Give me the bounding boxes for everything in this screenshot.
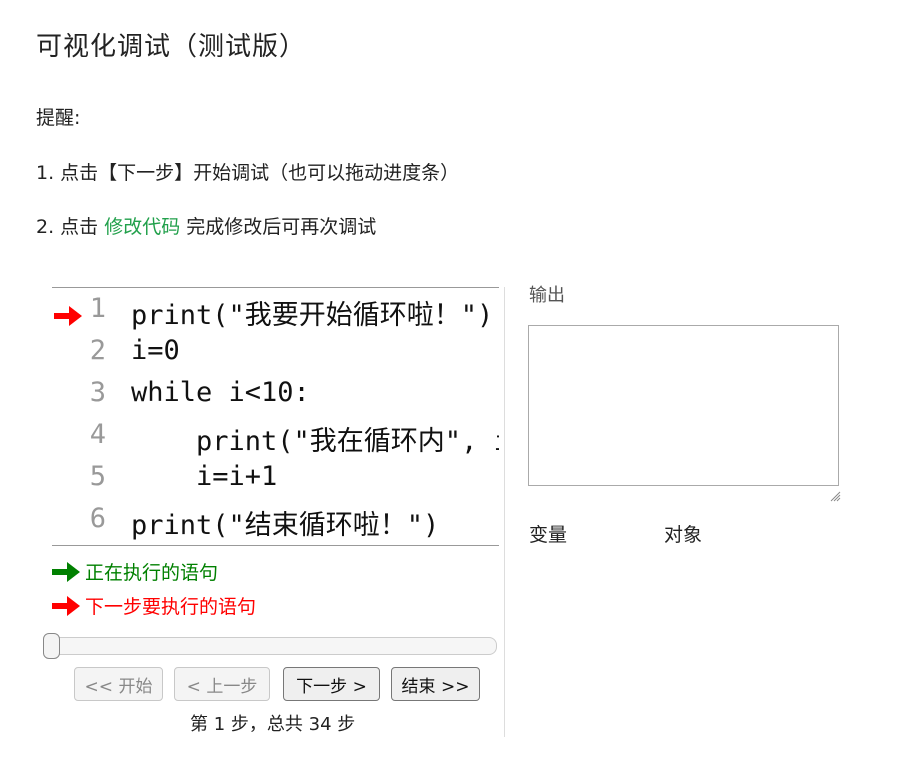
output-textarea[interactable] bbox=[528, 325, 839, 486]
progress-slider[interactable] bbox=[43, 637, 497, 655]
objects-label: 对象 bbox=[664, 524, 703, 546]
tips-heading: 提醒: bbox=[36, 107, 81, 129]
line-number: 6 bbox=[89, 503, 106, 534]
line-code: print("我在循环内", i) bbox=[131, 426, 499, 457]
code-line: 5 i=i+1 bbox=[52, 461, 499, 503]
line-number: 1 bbox=[89, 293, 106, 324]
prev-step-button[interactable]: < 上一步 bbox=[174, 667, 270, 701]
line-code: i=i+1 bbox=[131, 461, 278, 492]
line-number: 3 bbox=[89, 377, 106, 408]
next-step-button[interactable]: 下一步 > bbox=[283, 667, 380, 701]
code-line: 1 print("我要开始循环啦！") bbox=[52, 293, 499, 335]
tip-step-2-suffix: 完成修改后可再次调试 bbox=[180, 216, 377, 238]
tip-step-1: 1. 点击【下一步】开始调试（也可以拖动进度条） bbox=[36, 162, 460, 184]
first-step-button[interactable]: << 开始 bbox=[74, 667, 163, 701]
line-number: 4 bbox=[89, 419, 106, 450]
code-line: 3 while i<10: bbox=[52, 377, 499, 419]
variables-label: 变量 bbox=[529, 524, 568, 546]
page-title: 可视化调试（测试版） bbox=[36, 32, 307, 62]
legend-next-label: 下一步要执行的语句 bbox=[85, 596, 257, 618]
output-label: 输出 bbox=[529, 285, 565, 306]
code-viewer: 1 print("我要开始循环啦！") 2 i=0 3 while i<10: … bbox=[52, 287, 499, 546]
legend-current-label: 正在执行的语句 bbox=[85, 562, 219, 584]
progress-slider-handle[interactable] bbox=[43, 633, 60, 659]
line-code: print("我要开始循环啦！") bbox=[131, 300, 494, 331]
code-line: 4 print("我在循环内", i) bbox=[52, 419, 499, 461]
resize-grip-icon[interactable] bbox=[829, 490, 841, 502]
line-code: while i<10: bbox=[131, 377, 310, 408]
tip-step-2: 2. 点击 修改代码 完成修改后可再次调试 bbox=[36, 212, 376, 239]
edit-code-link[interactable]: 修改代码 bbox=[104, 216, 180, 238]
line-code: i=0 bbox=[131, 335, 180, 366]
line-number: 5 bbox=[89, 461, 106, 492]
line-number: 2 bbox=[89, 335, 106, 366]
panel-divider bbox=[504, 287, 505, 737]
line-code: print("结束循环啦！") bbox=[131, 510, 440, 541]
last-step-button[interactable]: 结束 >> bbox=[391, 667, 480, 701]
code-line: 2 i=0 bbox=[52, 335, 499, 377]
tip-step-2-prefix: 2. 点击 bbox=[36, 216, 105, 238]
code-line: 6 print("结束循环啦！") bbox=[52, 503, 499, 545]
step-counter: 第 1 步，总共 34 步 bbox=[190, 714, 356, 735]
